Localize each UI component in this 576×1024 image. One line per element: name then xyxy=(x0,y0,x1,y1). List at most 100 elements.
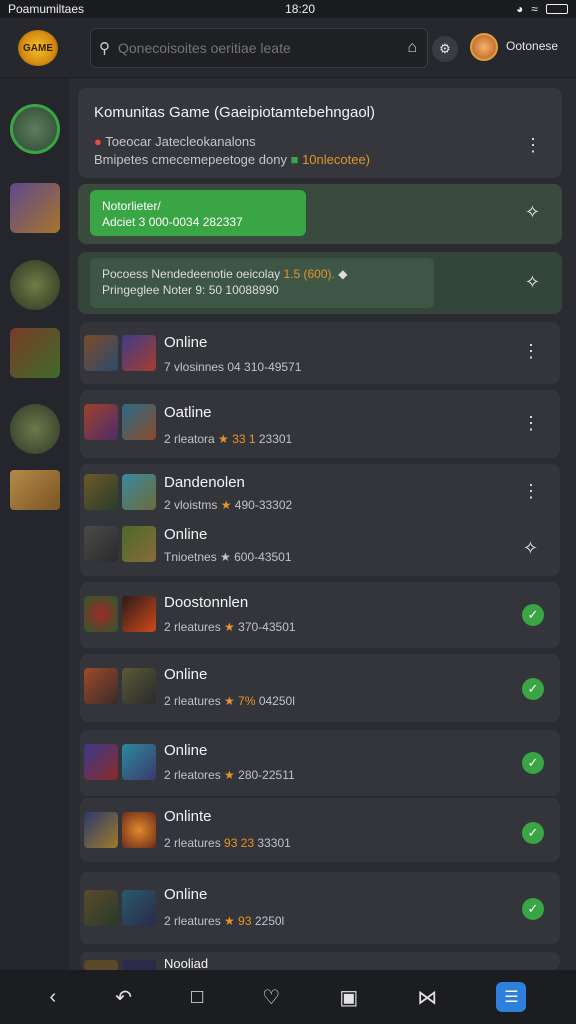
undo-icon[interactable]: ↶ xyxy=(115,985,132,1010)
list-item[interactable]: Online 2 rleatores ★ 280-22511 ✓ xyxy=(80,730,560,796)
check-icon[interactable]: ✓ xyxy=(522,822,544,844)
game-thumb xyxy=(84,960,118,970)
game-thumb xyxy=(84,526,118,562)
back-icon[interactable]: ‹ xyxy=(50,986,57,1009)
apps-icon[interactable]: ☰ xyxy=(496,982,527,1012)
row-sub: 2 rleatures 93 23 33301 xyxy=(164,836,291,850)
row-sub: 2 rleatures ★ 7% 04250l xyxy=(164,694,295,708)
game-thumb xyxy=(122,404,156,440)
more-options-icon[interactable]: ⋮ xyxy=(522,342,540,360)
gamepad-icon[interactable]: ⚙ xyxy=(432,36,458,62)
row-sub: 2 rleatures ★ 93 2250l xyxy=(164,914,284,928)
tag-icon: ■ xyxy=(290,152,299,167)
add-icon[interactable]: ✧ xyxy=(523,538,538,559)
tag-icon: ◆ xyxy=(338,267,348,281)
user-avatar[interactable] xyxy=(470,33,498,61)
row-sub-highlight: ★ xyxy=(224,768,235,782)
row-sub: 2 rleatora ★ 33 1 23301 xyxy=(164,432,292,446)
notification-title: Notorlieter/ xyxy=(102,199,161,213)
row-title: Nooliad xyxy=(164,956,209,970)
row-sub-text: 2 vloistms xyxy=(164,498,218,512)
game-thumb xyxy=(84,890,118,926)
status-bar: Poamumiltaes 18:20 ◕ ≈ xyxy=(0,0,576,18)
row-sub: Tnioetnes ★ 600-43501 xyxy=(164,550,292,564)
bottom-nav: ‹ ↶ □ ♡ ▣ ⋈ ☰ xyxy=(0,970,576,1024)
row-sub-tail: 23301 xyxy=(258,432,293,446)
row-sub-tail: 04250l xyxy=(258,694,295,708)
community-line2: Bmipetes cmecemepeetoge dony ■ 10nlecote… xyxy=(94,152,370,167)
list-item[interactable]: Online 2 rleatures ★ 7% 04250l ✓ xyxy=(80,654,560,722)
check-icon[interactable]: ✓ xyxy=(522,604,544,626)
community-header-card[interactable]: Komunitas Game (Gaeipiotamtebehngaol) ● … xyxy=(78,88,562,178)
clock-icon: ◕ xyxy=(516,2,524,16)
row-sub-text: 2 rleatures xyxy=(164,914,221,928)
row-sub-tail: 280-22511 xyxy=(238,768,295,782)
row-sub-tail: 370-43501 xyxy=(238,620,296,634)
game-thumb xyxy=(84,596,118,632)
list-item[interactable]: Online 2 rleatures ★ 93 2250l ✓ xyxy=(80,872,560,944)
list-item[interactable]: Dandenolen 2 vloistms ★ 490-33302 ⋮ Onli… xyxy=(80,464,560,576)
ribbon-icon[interactable]: ⋈ xyxy=(417,985,437,1010)
check-icon[interactable]: ✓ xyxy=(522,752,544,774)
check-icon[interactable]: ✓ xyxy=(522,678,544,700)
list-item[interactable]: Online 7 vlosinnes 04 310-49571 ⋮ xyxy=(80,322,560,384)
info-line2: Pringeglee Noter 9: 50 10088990 xyxy=(102,283,279,297)
row-sub-text: 2 rleatures xyxy=(164,836,221,850)
status-icons: ◕ ≈ xyxy=(516,2,568,16)
more-options-icon[interactable]: ⋮ xyxy=(522,482,540,500)
row-title: Online xyxy=(164,334,208,351)
community-line1-text: Toeocar Jatecleokanalons xyxy=(105,134,256,149)
add-icon[interactable]: ✧ xyxy=(525,202,540,223)
home-icon[interactable]: ⌂ xyxy=(407,39,417,57)
row-sub-highlight: ★ 93 xyxy=(224,914,252,928)
sidebar-item-game-4[interactable] xyxy=(10,328,60,378)
row-sub-text: 2 rleatores xyxy=(164,768,221,782)
row-sub: 7 vlosinnes 04 310-49571 xyxy=(164,360,302,374)
game-thumb xyxy=(122,890,156,926)
sidebar-item-game-2[interactable] xyxy=(10,183,60,233)
game-thumb xyxy=(122,596,156,632)
more-options-icon[interactable]: ⋮ xyxy=(522,414,540,432)
list-item[interactable]: Onlinte 2 rleatures 93 23 33301 ✓ xyxy=(80,798,560,862)
row-sub-highlight: ★ 33 1 xyxy=(218,432,256,446)
notification-sub: Adciet 3 000-0034 282337 xyxy=(102,215,243,229)
sidebar-item-game-3[interactable] xyxy=(10,260,60,310)
sidebar-item-game-1[interactable] xyxy=(10,104,60,154)
folder-icon[interactable] xyxy=(10,470,60,510)
list-item[interactable]: Doostonnlen 2 rleatures ★ 370-43501 ✓ xyxy=(80,582,560,648)
row-title: Online xyxy=(164,742,208,759)
info-card: Pocoess Nendedeenotie oeicolay 1.5 (600)… xyxy=(78,252,562,314)
username[interactable]: Ootonese xyxy=(506,39,558,53)
row-sub-highlight: 93 23 xyxy=(224,836,255,850)
game-thumb xyxy=(122,668,156,704)
row-sub-tail: 490-33302 xyxy=(234,498,293,512)
status-app-name: Poamumiltaes xyxy=(8,2,85,16)
game-thumb xyxy=(122,744,156,780)
info-panel[interactable]: Pocoess Nendedeenotie oeicolay 1.5 (600)… xyxy=(90,258,434,308)
add-icon[interactable]: ✧ xyxy=(525,272,540,293)
app-logo[interactable]: GAME xyxy=(18,30,58,66)
row-sub-highlight: ★ 7% xyxy=(224,694,256,708)
list-item[interactable]: Oatline 2 rleatora ★ 33 1 23301 ⋮ xyxy=(80,390,560,458)
logo-text: GAME xyxy=(23,42,53,54)
check-icon[interactable]: ✓ xyxy=(522,898,544,920)
note-icon[interactable]: ▣ xyxy=(339,985,358,1010)
game-thumb xyxy=(84,812,118,848)
info-line1-tag: 1.5 (600). xyxy=(283,267,335,281)
search-input[interactable] xyxy=(118,40,408,56)
search-box[interactable]: ⚲ ⌂ xyxy=(90,28,428,68)
square-icon[interactable]: □ xyxy=(191,986,203,1009)
game-thumb xyxy=(84,744,118,780)
status-time: 18:20 xyxy=(285,2,316,16)
alert-icon: ● xyxy=(94,134,102,149)
row-sub-text: 2 rleatures xyxy=(164,620,221,634)
heart-icon[interactable]: ♡ xyxy=(262,985,280,1010)
more-options-icon[interactable]: ⋮ xyxy=(524,136,542,154)
list-item[interactable]: Nooliad xyxy=(80,952,560,970)
row-sub-text: 2 rleatora xyxy=(164,432,215,446)
search-icon: ⚲ xyxy=(99,40,110,57)
sidebar-item-game-5[interactable] xyxy=(10,404,60,454)
game-thumb xyxy=(122,812,156,848)
community-title: Komunitas Game (Gaeipiotamtebehngaol) xyxy=(94,104,375,121)
notification-button[interactable]: Notorlieter/ Adciet 3 000-0034 282337 xyxy=(90,190,306,236)
